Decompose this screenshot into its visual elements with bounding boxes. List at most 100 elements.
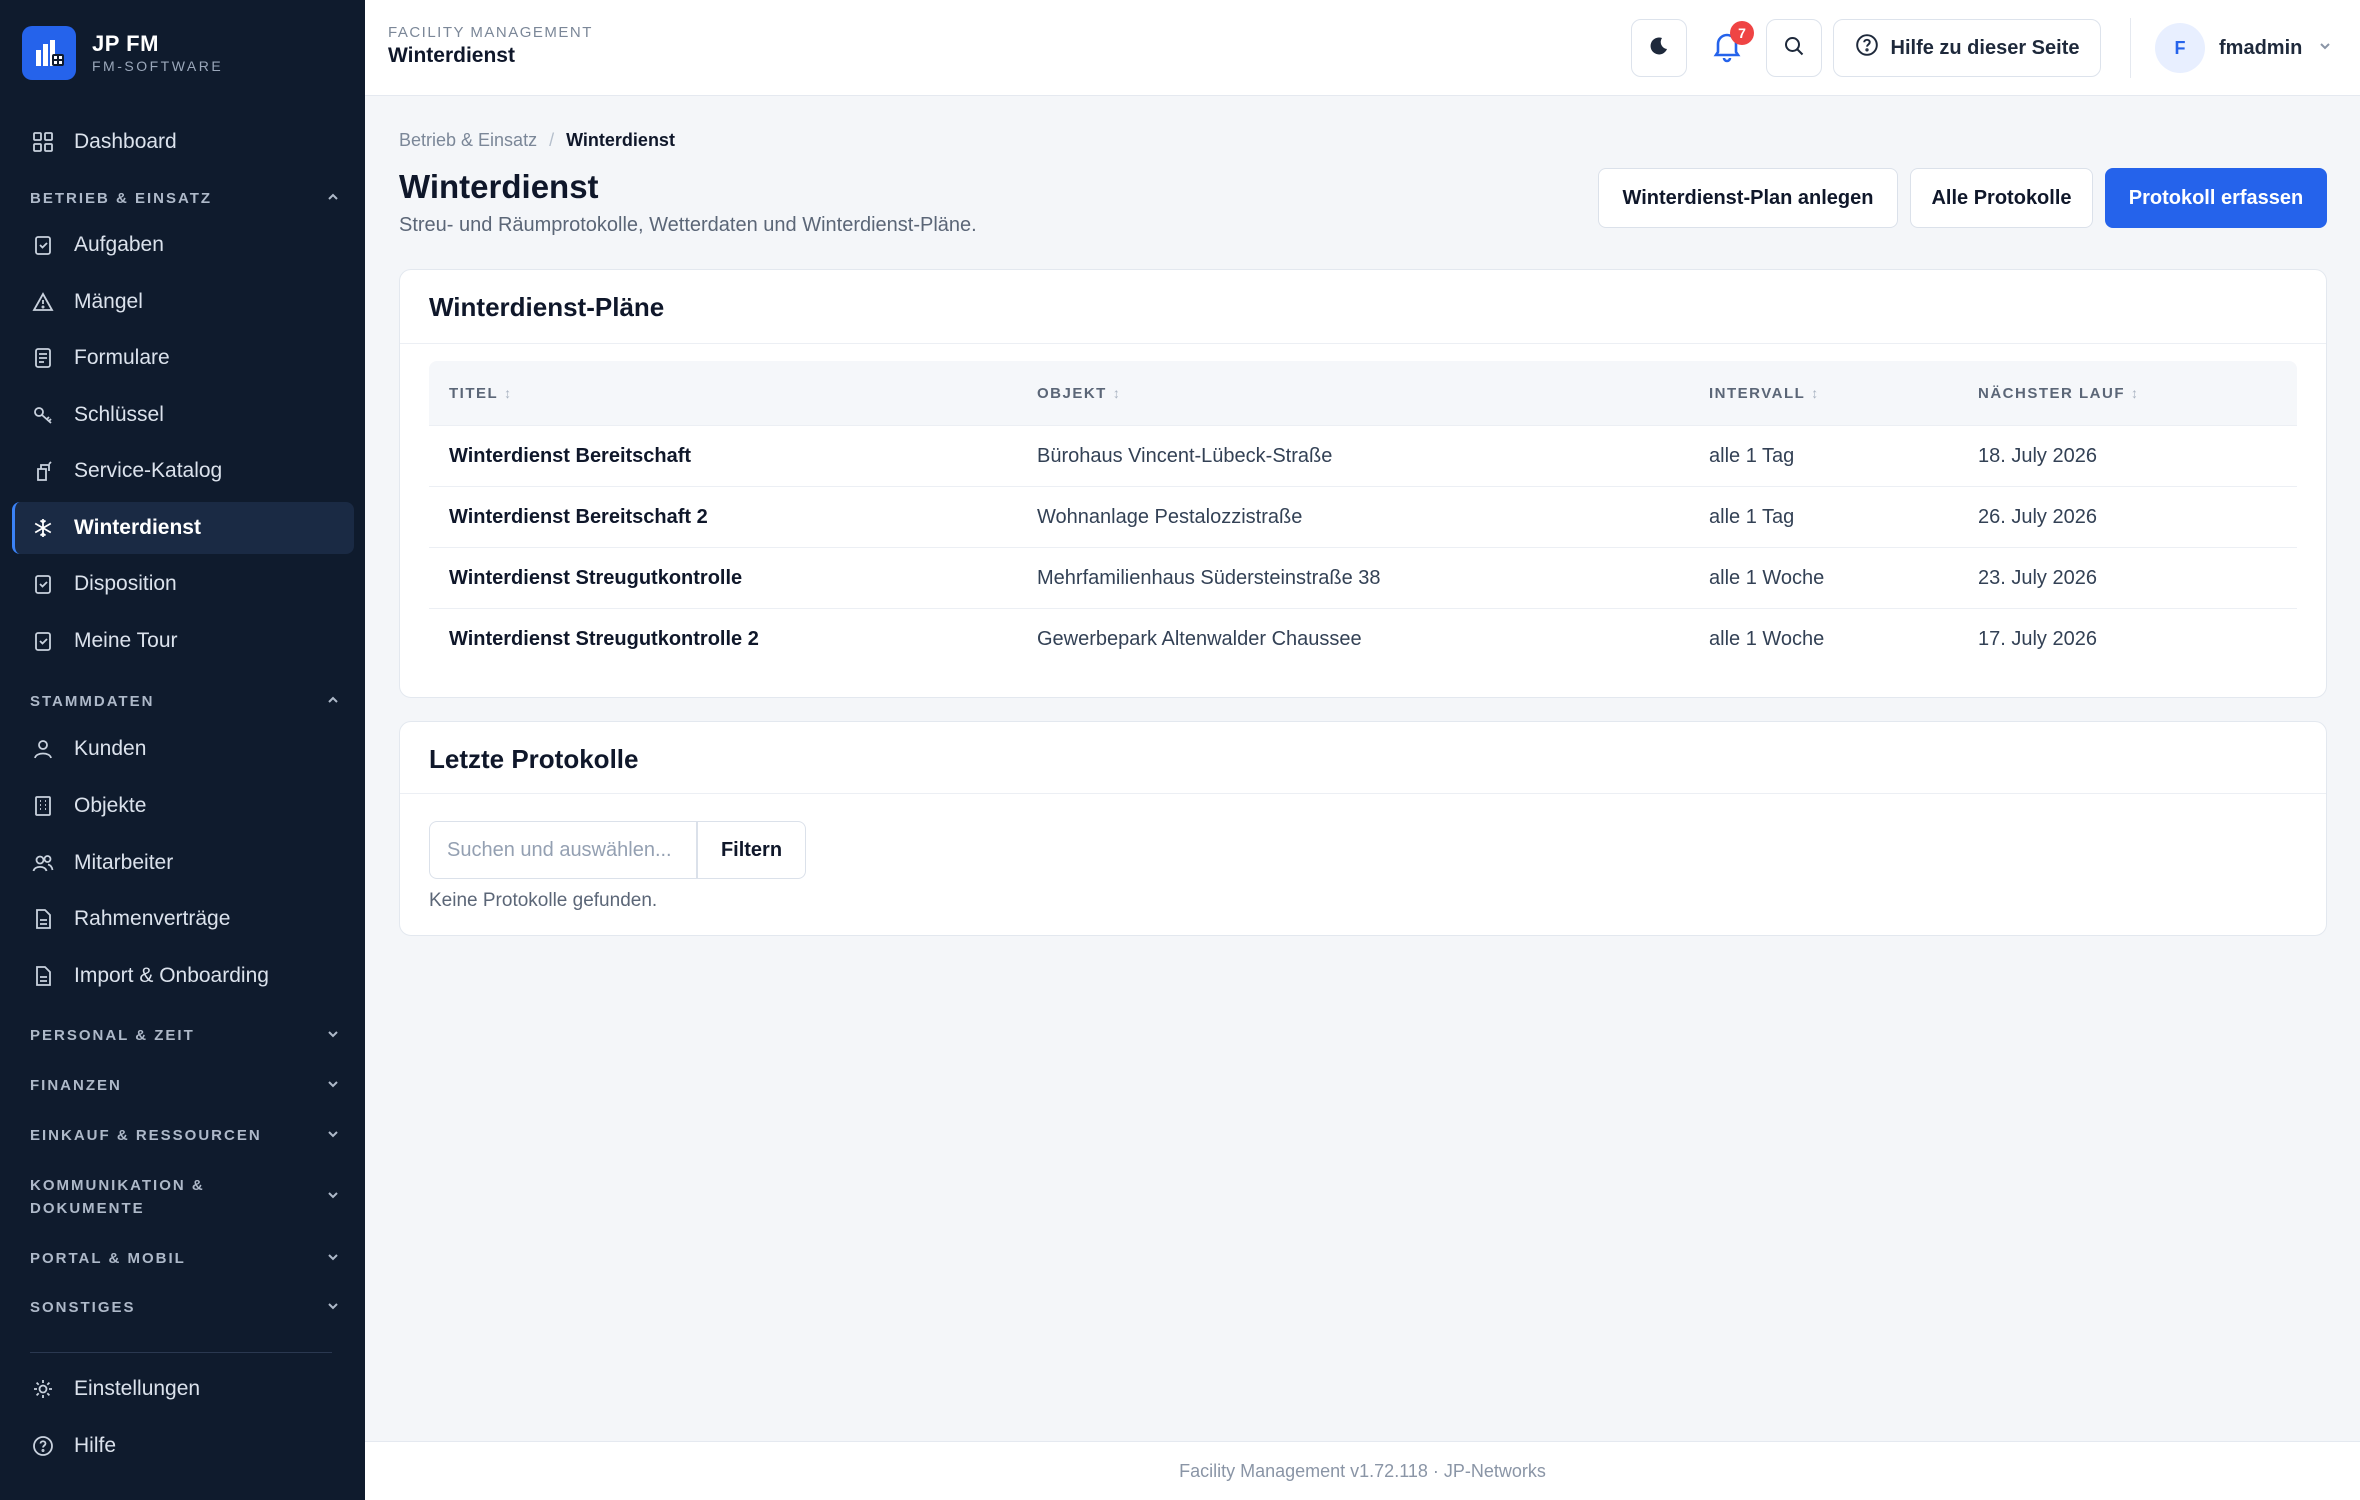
sort-icon: ↕ [504, 385, 513, 401]
sidebar-item-label: Kunden [74, 737, 147, 760]
sidebar-item-meine-tour[interactable]: Meine Tour [12, 615, 354, 667]
gear-icon [30, 1376, 56, 1402]
form-icon [30, 345, 56, 371]
sidebar-item-rahmenvertraege[interactable]: Rahmenverträge [12, 893, 354, 945]
grid-icon [30, 129, 56, 155]
clipboard-check-icon [30, 628, 56, 654]
dark-mode-toggle[interactable] [1631, 19, 1687, 77]
sidebar-section-portal-mobil[interactable]: PORTAL & MOBIL [30, 1247, 340, 1270]
sidebar-item-dashboard[interactable]: Dashboard [12, 116, 354, 168]
sidebar-item-label: Formulare [74, 346, 170, 369]
column-header-objekt[interactable]: OBJEKT ↕ [1037, 361, 1121, 425]
sort-icon: ↕ [1112, 385, 1122, 401]
sidebar-item-label: Objekte [74, 794, 147, 817]
cell-intervall: alle 1 Tag [1709, 506, 1795, 528]
sidebar-item-objekte[interactable]: Objekte [12, 780, 354, 832]
sidebar-item-label: Schlüssel [74, 403, 164, 426]
card-divider [400, 793, 2326, 794]
sidebar-section-sonstiges[interactable]: SONSTIGES [30, 1296, 340, 1319]
sidebar-section-personal-zeit[interactable]: PERSONAL & ZEIT [30, 1024, 340, 1047]
table-row[interactable]: Winterdienst Bereitschaft Bürohaus Vince… [429, 425, 2297, 486]
sidebar-item-label: Disposition [74, 572, 177, 595]
user-icon [30, 736, 56, 762]
document-icon [30, 906, 56, 932]
cell-naechster-lauf: 18. July 2026 [1978, 445, 2097, 467]
search-button[interactable] [1766, 19, 1822, 77]
sidebar-item-import-onboarding[interactable]: Import & Onboarding [12, 950, 354, 1002]
top-header: FACILITY MANAGEMENT Winterdienst 7 Hilfe… [365, 0, 2360, 96]
filter-button[interactable]: Filtern [697, 821, 806, 879]
cell-titel: Winterdienst Bereitschaft [449, 445, 692, 467]
sidebar-item-aufgaben[interactable]: Aufgaben [12, 219, 354, 271]
chevron-down-icon [326, 1077, 340, 1095]
help-button-label: Hilfe zu dieser Seite [1890, 36, 2080, 59]
building-icon [30, 793, 56, 819]
sidebar-item-service-katalog[interactable]: Service-Katalog [12, 445, 354, 497]
sidebar-item-hilfe[interactable]: Hilfe [12, 1420, 354, 1472]
brand[interactable]: JP FM FM-SOFTWARE [22, 26, 223, 80]
column-header-titel[interactable]: TITEL ↕ [449, 361, 513, 425]
moon-icon [1648, 35, 1670, 62]
plans-card: Winterdienst-Pläne TITEL ↕ OBJEKT ↕ INTERV… [399, 269, 2327, 698]
chevron-down-icon [326, 1127, 340, 1145]
table-row[interactable]: Winterdienst Streugutkontrolle 2 Gewerbe… [429, 608, 2297, 669]
cell-intervall: alle 1 Tag [1709, 445, 1795, 467]
protocol-search-input[interactable] [429, 821, 697, 879]
sidebar-item-label: Hilfe [74, 1434, 117, 1457]
notifications-button[interactable]: 7 [1698, 19, 1756, 77]
cell-intervall: alle 1 Woche [1709, 628, 1825, 650]
avatar: F [2155, 23, 2205, 73]
sidebar-item-label: Einstellungen [74, 1377, 201, 1400]
column-header-naechster-lauf[interactable]: NÄCHSTER LAUF ↕ [1978, 361, 2140, 425]
protocols-card: Letzte Protokolle Filtern Keine Protokol… [399, 721, 2327, 936]
cell-titel: Winterdienst Bereitschaft 2 [449, 506, 708, 528]
sidebar-item-einstellungen[interactable]: Einstellungen [12, 1363, 354, 1415]
all-protocols-button[interactable]: Alle Protokolle [1910, 168, 2093, 228]
page-help-button[interactable]: Hilfe zu dieser Seite [1833, 19, 2101, 77]
breadcrumb-current: Winterdienst [566, 130, 675, 150]
header-kicker: FACILITY MANAGEMENT [388, 24, 593, 41]
sidebar-item-maengel[interactable]: Mängel [12, 276, 354, 328]
user-menu[interactable]: F fmadmin [2155, 20, 2332, 76]
sidebar-item-mitarbeiter[interactable]: Mitarbeiter [12, 837, 354, 889]
table-row[interactable]: Winterdienst Bereitschaft 2 Wohnanlage P… [429, 486, 2297, 547]
notification-count-badge: 7 [1730, 21, 1754, 45]
footer: Facility Management v1.72.118 · JP-Netwo… [365, 1441, 2360, 1500]
chevron-up-icon [326, 693, 340, 711]
empty-state-message: Keine Protokolle gefunden. [429, 890, 658, 911]
cell-naechster-lauf: 26. July 2026 [1978, 506, 2097, 528]
cell-intervall: alle 1 Woche [1709, 567, 1825, 589]
key-icon [30, 402, 56, 428]
search-icon [1783, 35, 1805, 62]
sidebar-section-einkauf[interactable]: EINKAUF & RESSOURCEN [30, 1124, 340, 1147]
page-title: Winterdienst [399, 168, 599, 205]
card-divider [400, 343, 2326, 344]
sidebar-item-formulare[interactable]: Formulare [12, 332, 354, 384]
sidebar-item-label: Rahmenverträge [74, 907, 231, 930]
sidebar-item-winterdienst[interactable]: Winterdienst [12, 502, 354, 554]
plans-card-title: Winterdienst-Pläne [429, 292, 665, 322]
create-plan-button[interactable]: Winterdienst-Plan anlegen [1598, 168, 1898, 228]
breadcrumb-parent[interactable]: Betrieb & Einsatz [399, 130, 537, 151]
column-header-intervall[interactable]: INTERVALL ↕ [1709, 361, 1820, 425]
cell-objekt: Mehrfamilienhaus Südersteinstraße 38 [1037, 567, 1381, 589]
users-icon [30, 850, 56, 876]
breadcrumb: Betrieb & Einsatz / Winterdienst [399, 130, 675, 151]
header-divider [2130, 18, 2131, 78]
sidebar-section-kommunikation[interactable]: KOMMUNIKATION & DOKUMENTE [30, 1174, 340, 1220]
sidebar-item-schluessel[interactable]: Schlüssel [12, 389, 354, 441]
sidebar-item-kunden[interactable]: Kunden [12, 723, 354, 775]
sidebar-section-stammdaten[interactable]: STAMMDATEN [30, 690, 340, 713]
clipboard-check-icon [30, 571, 56, 597]
table-row[interactable]: Winterdienst Streugutkontrolle Mehrfamil… [429, 547, 2297, 608]
sidebar-item-disposition[interactable]: Disposition [12, 558, 354, 610]
record-protocol-button[interactable]: Protokoll erfassen [2105, 168, 2327, 228]
chevron-down-icon [326, 1299, 340, 1317]
sidebar-section-betrieb[interactable]: BETRIEB & EINSATZ [30, 187, 340, 210]
column-label: OBJEKT [1037, 384, 1107, 402]
warning-triangle-icon [30, 289, 56, 315]
sidebar-section-finanzen[interactable]: FINANZEN [30, 1074, 340, 1097]
chevron-down-icon [326, 1188, 340, 1206]
sidebar: JP FM FM-SOFTWARE Dashboard BETRIEB & EI… [0, 0, 365, 1500]
column-label: TITEL [449, 384, 499, 402]
